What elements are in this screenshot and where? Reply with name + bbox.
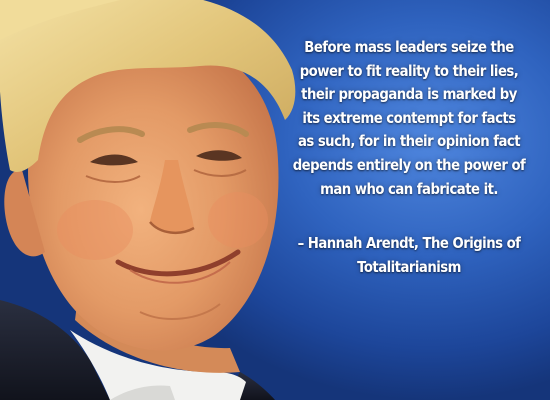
quote-text: Before mass leaders seize the power to f… <box>292 38 526 198</box>
quote-meme-image: Before mass leaders seize the power to f… <box>0 0 550 400</box>
quote-block: Before mass leaders seize the power to f… <box>280 36 538 279</box>
quote-attribution: – Hannah Arendt, The Origins of Totalita… <box>297 234 521 277</box>
